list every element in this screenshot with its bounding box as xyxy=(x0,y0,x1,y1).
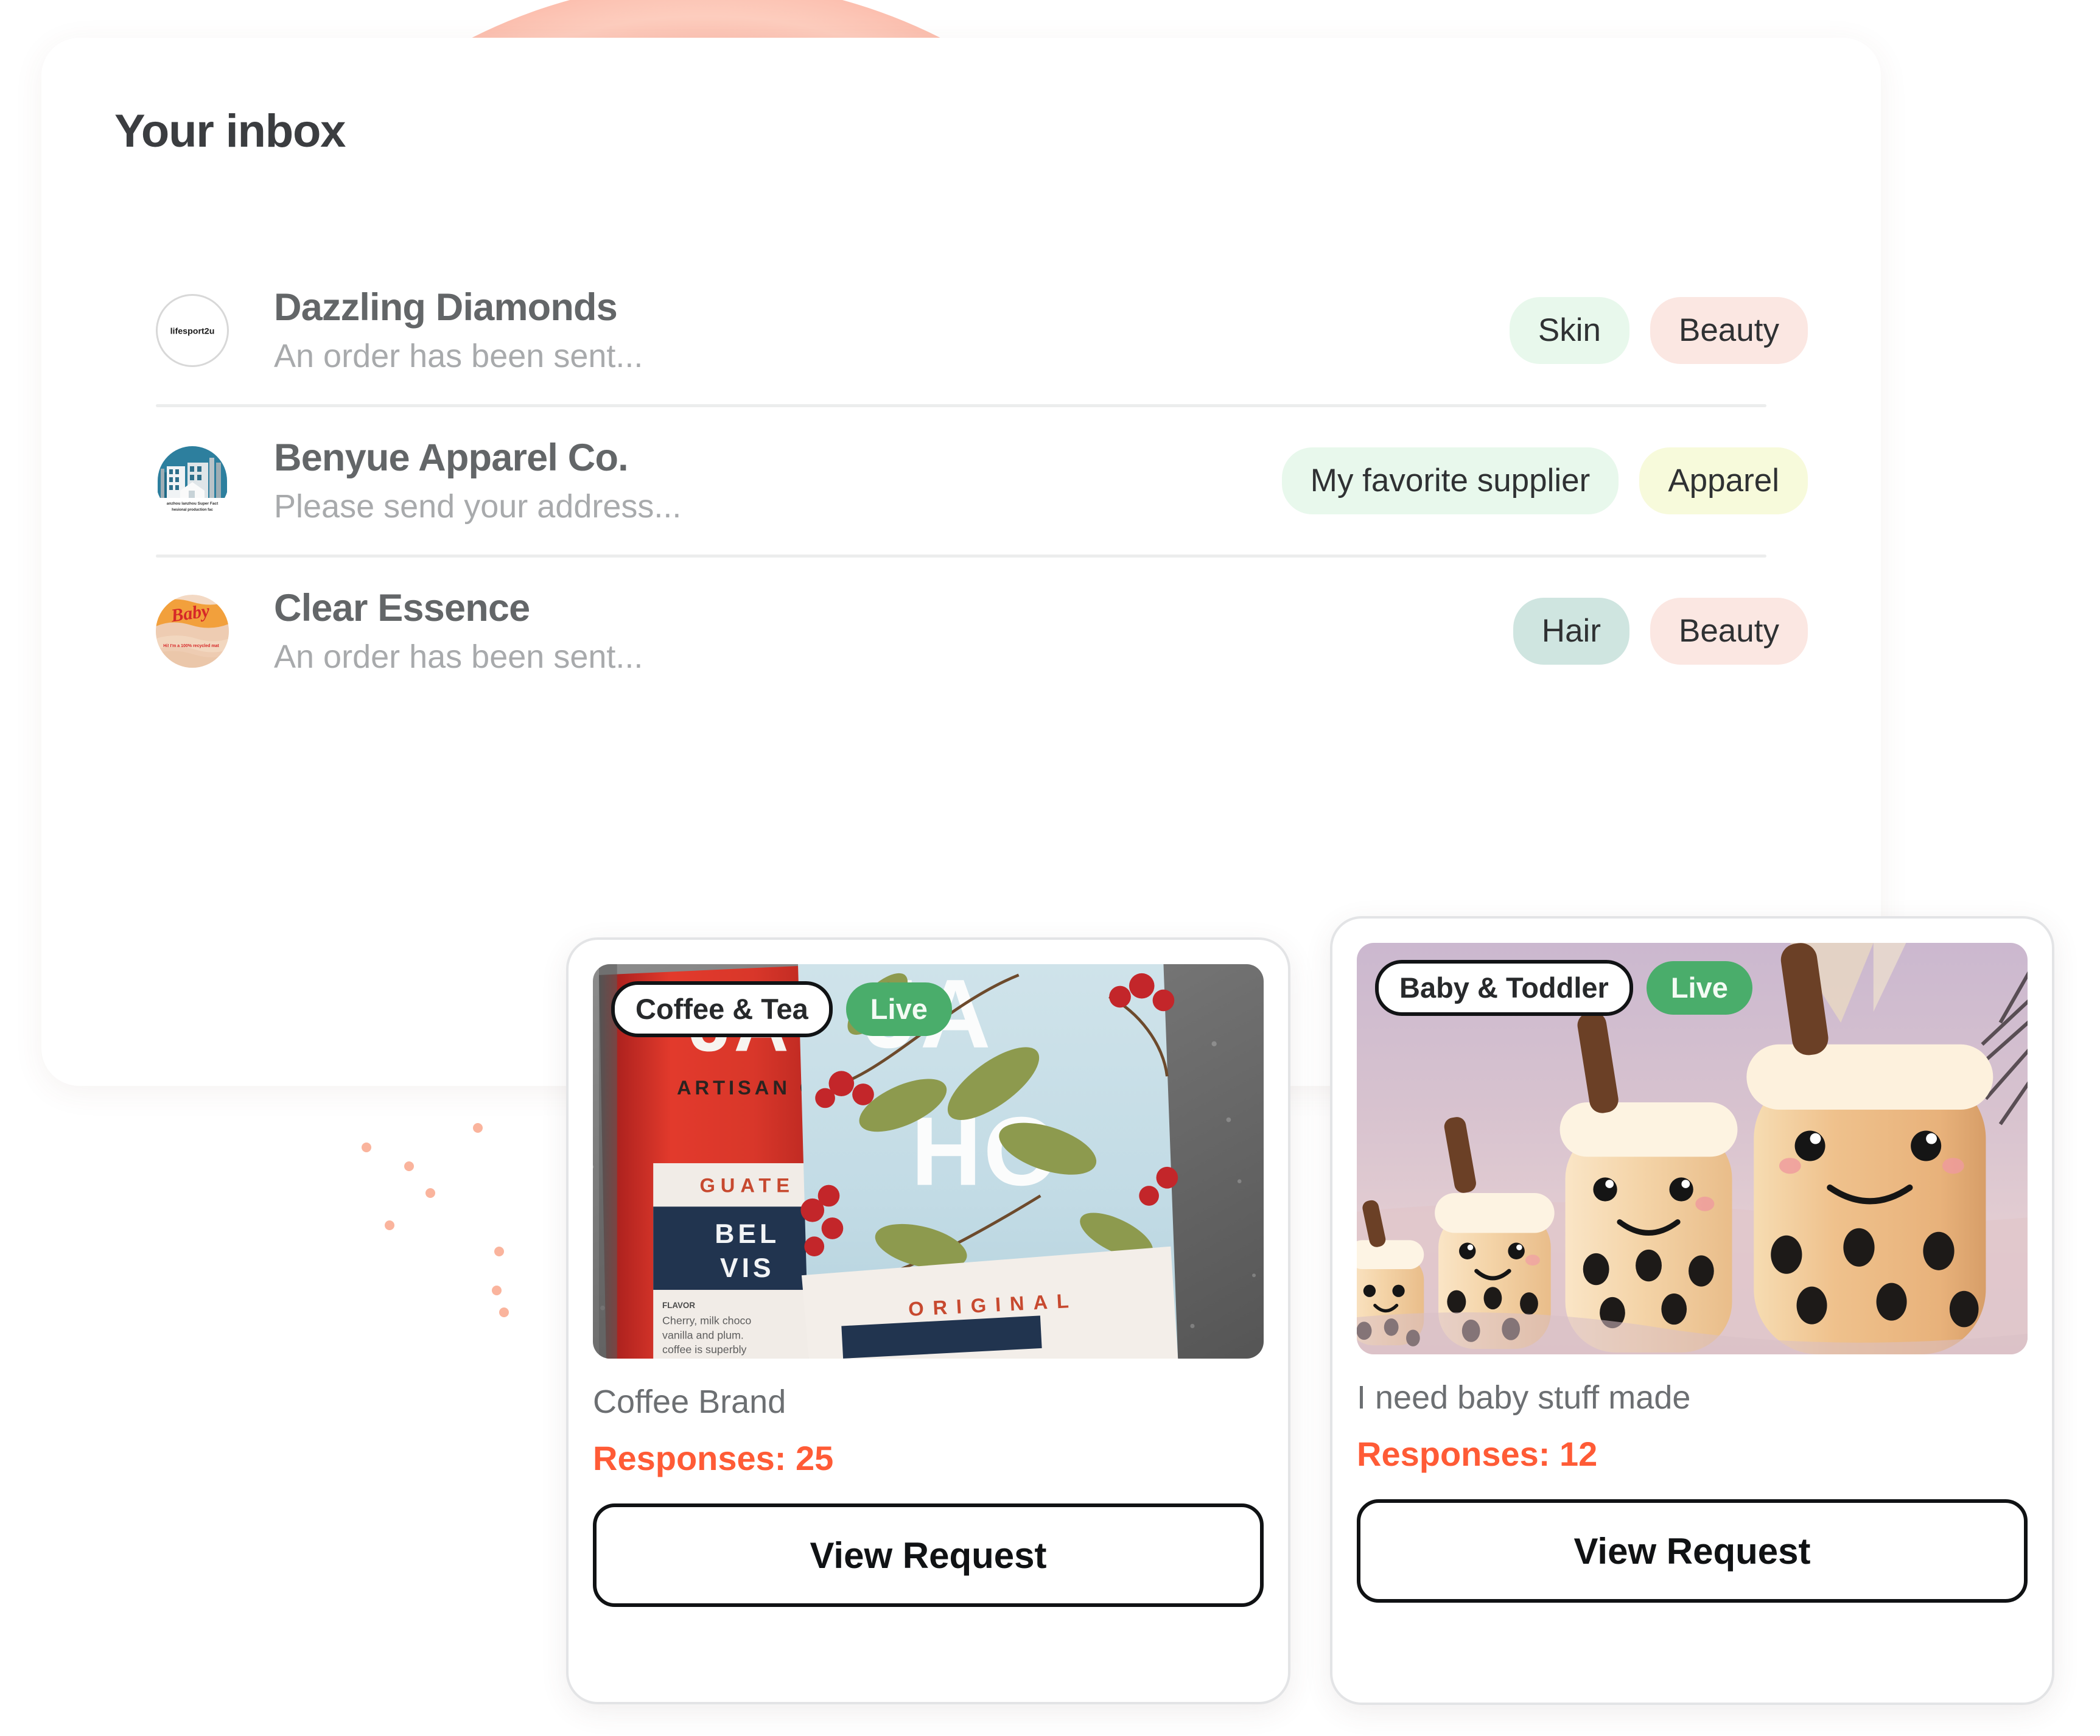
tag-my-favorite-supplier[interactable]: My favorite supplier xyxy=(1281,447,1619,515)
svg-text:GUATE: GUATE xyxy=(699,1174,795,1197)
blob-highlight xyxy=(237,1321,265,1339)
inbox-row-preview: Please send your address... xyxy=(274,488,682,525)
inbox-row-title: Benyue Apparel Co. xyxy=(274,436,629,480)
inbox-row-clear-essence[interactable]: Baby Hi! I'm a 100% recycled mat Clear E… xyxy=(41,558,1881,705)
svg-text:lifesport2u: lifesport2u xyxy=(170,327,215,337)
inbox-row-text: Dazzling Diamonds An order has been sent… xyxy=(274,286,1510,374)
thumbnail-badges: Coffee & Tea Live xyxy=(611,981,952,1037)
tag-skin[interactable]: Skin xyxy=(1509,296,1629,365)
blob-dot xyxy=(494,1247,504,1256)
inbox-row-preview: An order has been sent... xyxy=(274,639,643,676)
inbox-row-title: Dazzling Diamonds xyxy=(274,286,618,329)
blob-dot xyxy=(385,1220,394,1230)
blob-dot xyxy=(362,1143,371,1152)
inbox-row-dazzling-diamonds[interactable]: lifesport2u Dazzling Diamonds An order h… xyxy=(41,257,1881,404)
tag-apparel[interactable]: Apparel xyxy=(1639,447,1808,515)
inbox-row-tags: My favorite supplier Apparel xyxy=(1281,447,1808,515)
coffee-bag-photo: JA ARTISAN C GUATE BEL VIS FLAVOR Cherry… xyxy=(593,964,1264,1359)
inbox-row-text: Clear Essence An order has been sent... xyxy=(274,587,1513,675)
responses-count: Responses: 25 xyxy=(593,1439,834,1478)
svg-text:vanilla and plum.: vanilla and plum. xyxy=(662,1329,744,1341)
inbox-row-tags: Skin Beauty xyxy=(1509,296,1808,365)
status-badge: Live xyxy=(845,982,952,1036)
tag-hair[interactable]: Hair xyxy=(1513,597,1629,665)
svg-text:BEL: BEL xyxy=(715,1219,780,1249)
blob-dot xyxy=(499,1307,509,1317)
view-request-button[interactable]: View Request xyxy=(593,1503,1264,1608)
svg-text:Cherry, milk choco: Cherry, milk choco xyxy=(662,1315,751,1327)
svg-text:FLAVOR: FLAVOR xyxy=(662,1301,695,1310)
status-badge: Live xyxy=(1646,961,1752,1015)
svg-text:ARTISAN C: ARTISAN C xyxy=(677,1076,817,1099)
category-badge[interactable]: Coffee & Tea xyxy=(611,981,833,1037)
svg-text:Hi! I'm a 100% recycled mat: Hi! I'm a 100% recycled mat xyxy=(163,644,219,648)
blob-highlight xyxy=(222,1228,243,1244)
svg-text:VIS: VIS xyxy=(720,1253,775,1283)
blob-dot xyxy=(425,1188,435,1198)
thumbnail-badges: Baby & Toddler Live xyxy=(1375,960,1752,1016)
category-badge[interactable]: Baby & Toddler xyxy=(1375,960,1633,1016)
boba-plush-photo: Baby & Toddler Live xyxy=(1357,943,2028,1354)
inbox-list: lifesport2u Dazzling Diamonds An order h… xyxy=(41,257,1881,705)
tag-beauty[interactable]: Beauty xyxy=(1650,296,1808,365)
request-name: I need baby stuff made xyxy=(1357,1379,1691,1416)
page-title: Your inbox xyxy=(114,105,346,157)
request-card-coffee[interactable]: JA ARTISAN C GUATE BEL VIS FLAVOR Cherry… xyxy=(566,937,1290,1704)
responses-count: Responses: 12 xyxy=(1357,1435,1598,1474)
blob-dot xyxy=(404,1161,414,1171)
tag-beauty[interactable]: Beauty xyxy=(1650,597,1808,665)
request-card-baby[interactable]: Baby & Toddler Live I need baby stuff ma… xyxy=(1330,916,2054,1705)
blob-dot xyxy=(473,1123,483,1133)
view-request-button[interactable]: View Request xyxy=(1357,1499,2028,1603)
svg-text:anzhou lanzhou Super Fact: anzhou lanzhou Super Fact xyxy=(167,502,219,506)
inbox-row-tags: Hair Beauty xyxy=(1513,597,1808,665)
baby-recycled-bag-avatar: Baby Hi! I'm a 100% recycled mat xyxy=(156,595,229,668)
request-name: Coffee Brand xyxy=(593,1384,786,1420)
inbox-row-text: Benyue Apparel Co. Please send your addr… xyxy=(274,436,1282,525)
lifesport2u-logo-avatar: lifesport2u xyxy=(156,294,229,367)
factory-building-avatar: anzhou lanzhou Super Fact hesional produ… xyxy=(156,444,229,517)
inbox-row-title: Clear Essence xyxy=(274,587,530,630)
blob-dot xyxy=(492,1286,502,1295)
svg-text:hesional production fac: hesional production fac xyxy=(172,508,213,512)
inbox-row-benyue-apparel[interactable]: anzhou lanzhou Super Fact hesional produ… xyxy=(41,407,1881,555)
svg-text:coffee is superbly: coffee is superbly xyxy=(662,1343,746,1356)
inbox-row-preview: An order has been sent... xyxy=(274,338,643,375)
